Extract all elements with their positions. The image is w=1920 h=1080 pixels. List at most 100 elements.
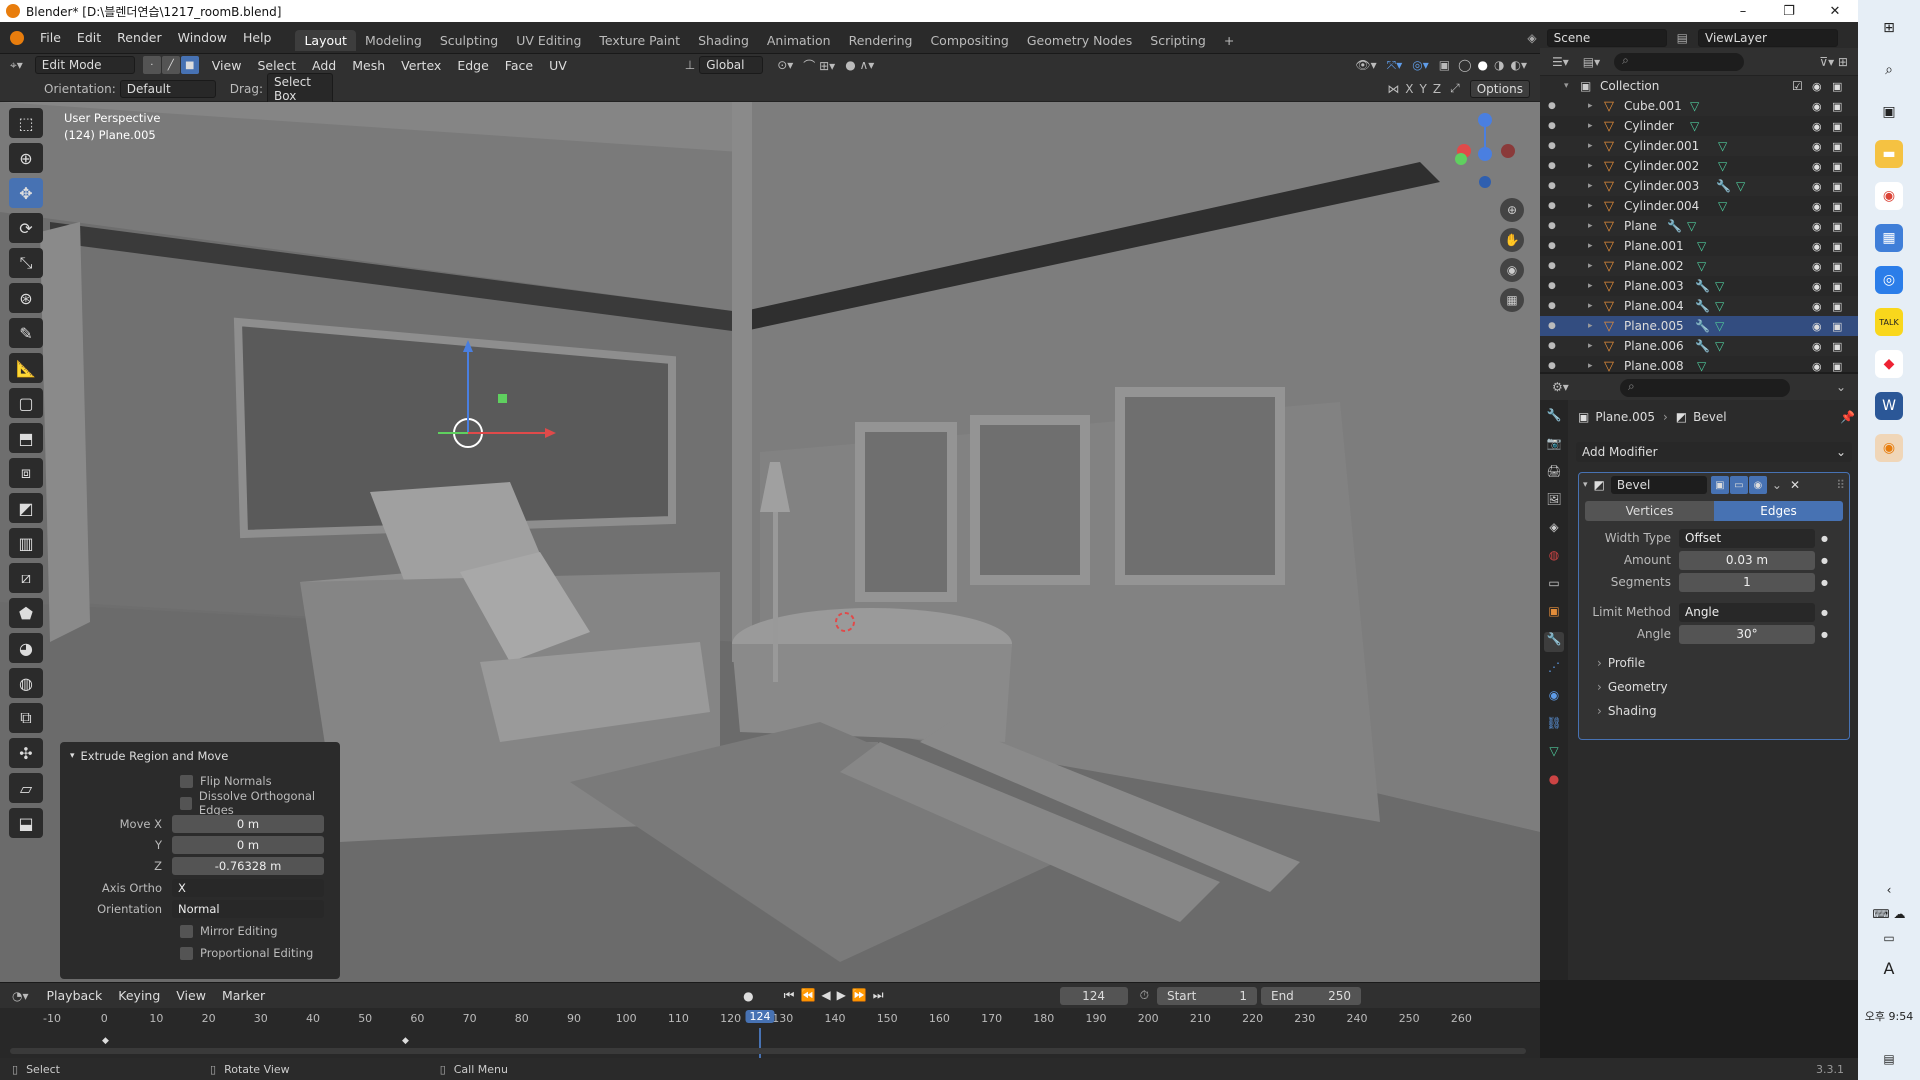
filter-icon[interactable]: ⊽▾ ⊞ [1819, 55, 1848, 69]
properties-options-icon[interactable]: ⌄ [1836, 380, 1846, 394]
tab-compositing[interactable]: Compositing [921, 30, 1017, 51]
tab-sculpting[interactable]: Sculpting [431, 30, 507, 51]
expand-icon[interactable]: ▸ [1588, 101, 1593, 111]
render-tab-icon[interactable]: 📷 [1544, 436, 1564, 456]
move-y-field[interactable]: 0 m [172, 836, 324, 854]
angle-field[interactable]: 30° [1679, 624, 1815, 644]
menu-select[interactable]: Select [249, 58, 304, 73]
menu-uv[interactable]: UV [541, 58, 575, 73]
tab-scripting[interactable]: Scripting [1141, 30, 1215, 51]
move-z-field[interactable]: -0.76328 m [172, 857, 324, 875]
tab-layout[interactable]: Layout [295, 30, 356, 51]
outliner-item[interactable]: ● ▸ ▽ Plane.003 🔧 ▽ ◉ ▣ [1540, 276, 1858, 296]
tab-animation[interactable]: Animation [758, 30, 840, 51]
close-button[interactable]: ✕ [1812, 4, 1858, 19]
outliner-item[interactable]: ● ▸ ▽ Plane.006 🔧 ▽ ◉ ▣ [1540, 336, 1858, 356]
wrench-icon[interactable]: 🔧 [1695, 319, 1710, 333]
ime-indicator[interactable]: A [1884, 959, 1895, 978]
material-tab-icon[interactable]: ● [1544, 772, 1564, 792]
blender-menu-icon[interactable] [10, 30, 24, 45]
constraints-tab-icon[interactable]: ⛓ [1544, 716, 1564, 736]
display-mode-icon[interactable]: ▤▾ [1583, 55, 1600, 69]
minimize-button[interactable]: – [1720, 4, 1766, 19]
menu-add[interactable]: Add [304, 58, 344, 73]
data-tab-icon[interactable]: ▽ [1544, 744, 1564, 764]
viewlayer-selector[interactable]: ViewLayer [1698, 28, 1838, 47]
frame-cursor[interactable]: 124 [745, 1010, 775, 1023]
width-type-select[interactable]: Offset [1679, 528, 1815, 548]
chevron-left-icon[interactable]: ‹ [1887, 883, 1892, 897]
menu-timeline-view[interactable]: View [168, 988, 214, 1003]
expand-icon[interactable]: ▸ [1588, 161, 1593, 171]
segments-field[interactable]: 1 [1679, 572, 1815, 592]
menu-playback[interactable]: Playback [39, 988, 111, 1003]
snap-icon[interactable]: ⌒ ⊞▾ [803, 57, 835, 74]
preview-range-icon[interactable]: ⏱ [1140, 988, 1149, 1003]
spin-tool-icon[interactable]: ◕ [9, 633, 43, 663]
cursor-tool-icon[interactable]: ⊕ [9, 143, 43, 173]
expand-icon[interactable]: ▸ [1588, 281, 1593, 291]
outliner-editor-icon[interactable]: ☰▾ [1552, 55, 1569, 69]
scene-selector[interactable]: Scene [1546, 28, 1667, 47]
camera-render-icon[interactable]: ▣ [1832, 360, 1842, 373]
wrench-icon[interactable]: 🔧 [1695, 299, 1710, 313]
properties-search-input[interactable]: ⌕ [1620, 379, 1790, 397]
modifier-delete-icon[interactable]: ✕ [1790, 478, 1800, 492]
eye-icon[interactable]: ◉ [1812, 360, 1822, 373]
knife-tool-icon[interactable]: ⧄ [9, 563, 43, 593]
eye-icon[interactable]: ◉ [1812, 260, 1822, 273]
vertex-select-icon[interactable]: · [142, 56, 161, 74]
modifier-collapse-icon[interactable]: ▾ [1583, 480, 1588, 490]
auto-keying-icon[interactable]: ● [743, 989, 753, 1003]
pin-icon[interactable]: 📌 [1840, 410, 1855, 424]
mode-selector[interactable]: Edit Mode [34, 56, 135, 74]
world-tab-icon[interactable]: ◍ [1544, 548, 1564, 568]
camera-render-icon[interactable]: ▣ [1832, 160, 1842, 173]
eye-icon[interactable]: ◉ [1812, 340, 1822, 353]
limit-method-select[interactable]: Angle [1679, 602, 1815, 622]
camera-render-icon[interactable]: ▣ [1832, 260, 1842, 273]
drag-selector[interactable]: Select Box [266, 72, 333, 105]
mirror-z-toggle[interactable]: Z [1433, 82, 1441, 96]
start-frame-field[interactable]: Start 1 [1156, 986, 1257, 1005]
rotate-tool-icon[interactable]: ⟳ [9, 213, 43, 243]
menu-edit[interactable]: Edit [69, 30, 109, 45]
camera-render-icon[interactable]: ▣ [1832, 200, 1842, 213]
camera-render-icon[interactable]: ▣ [1832, 140, 1842, 153]
outliner-item[interactable]: ● ▸ ▽ Plane.001 ▽ ◉ ▣ [1540, 236, 1858, 256]
add-cube-tool-icon[interactable]: ▢ [9, 388, 43, 418]
view-layer-tab-icon[interactable]: 🖼 [1544, 492, 1564, 512]
shear-tool-icon[interactable]: ▱ [9, 773, 43, 803]
overlay-icon[interactable]: ◎▾ [1412, 58, 1429, 72]
collection-row[interactable]: ▾ ▣ Collection ☑ ◉ ▣ [1540, 76, 1858, 96]
dissolve-checkbox[interactable]: Dissolve Orthogonal Edges [60, 789, 340, 817]
eye-icon[interactable]: ◉ [1812, 80, 1822, 93]
scale-tool-icon[interactable]: ⤡ [9, 248, 43, 278]
add-workspace-button[interactable]: + [1215, 30, 1243, 51]
eye-icon[interactable]: ◉ [1812, 180, 1822, 193]
axis-ortho-select[interactable]: X [172, 879, 324, 897]
visibility-icon[interactable]: 👁▾ [1355, 58, 1376, 72]
word-icon[interactable]: W [1875, 392, 1903, 420]
media-icon[interactable]: ◆ [1875, 350, 1903, 378]
mesh-data-icon[interactable]: ▽ [1718, 199, 1727, 213]
loop-cut-tool-icon[interactable]: ▥ [9, 528, 43, 558]
proportional-edit-icon[interactable]: ● ∧▾ [845, 58, 874, 72]
mesh-data-icon[interactable]: ▽ [1690, 99, 1699, 113]
task-view-icon[interactable]: ▣ [1875, 98, 1903, 126]
outliner-item[interactable]: ● ▸ ▽ Plane 🔧 ▽ ◉ ▣ [1540, 216, 1858, 236]
edge-slide-tool-icon[interactable]: ⧉ [9, 703, 43, 733]
expand-icon[interactable]: ▸ [1588, 321, 1593, 331]
timeline-track[interactable]: -10 0 10 20 30 40 50 60 70 80 90 100 110 120 130 140 150… [0, 1008, 1540, 1058]
pan-hand-icon[interactable]: ✋ [1500, 228, 1524, 252]
expand-icon[interactable]: ▸ [1588, 301, 1593, 311]
current-frame-field[interactable]: 124 [1059, 986, 1128, 1005]
camera-render-icon[interactable]: ▣ [1832, 120, 1842, 133]
eye-icon[interactable]: ◉ [1812, 240, 1822, 253]
outliner-item[interactable]: ● ▸ ▽ Cylinder ▽ ◉ ▣ [1540, 116, 1858, 136]
particles-tab-icon[interactable]: ⋰ [1544, 660, 1564, 680]
transform-tool-icon[interactable]: ⊛ [9, 283, 43, 313]
outliner-item[interactable]: ● ▸ ▽ Plane.002 ▽ ◉ ▣ [1540, 256, 1858, 276]
menu-window[interactable]: Window [170, 30, 235, 45]
eye-icon[interactable]: ◉ [1812, 320, 1822, 333]
